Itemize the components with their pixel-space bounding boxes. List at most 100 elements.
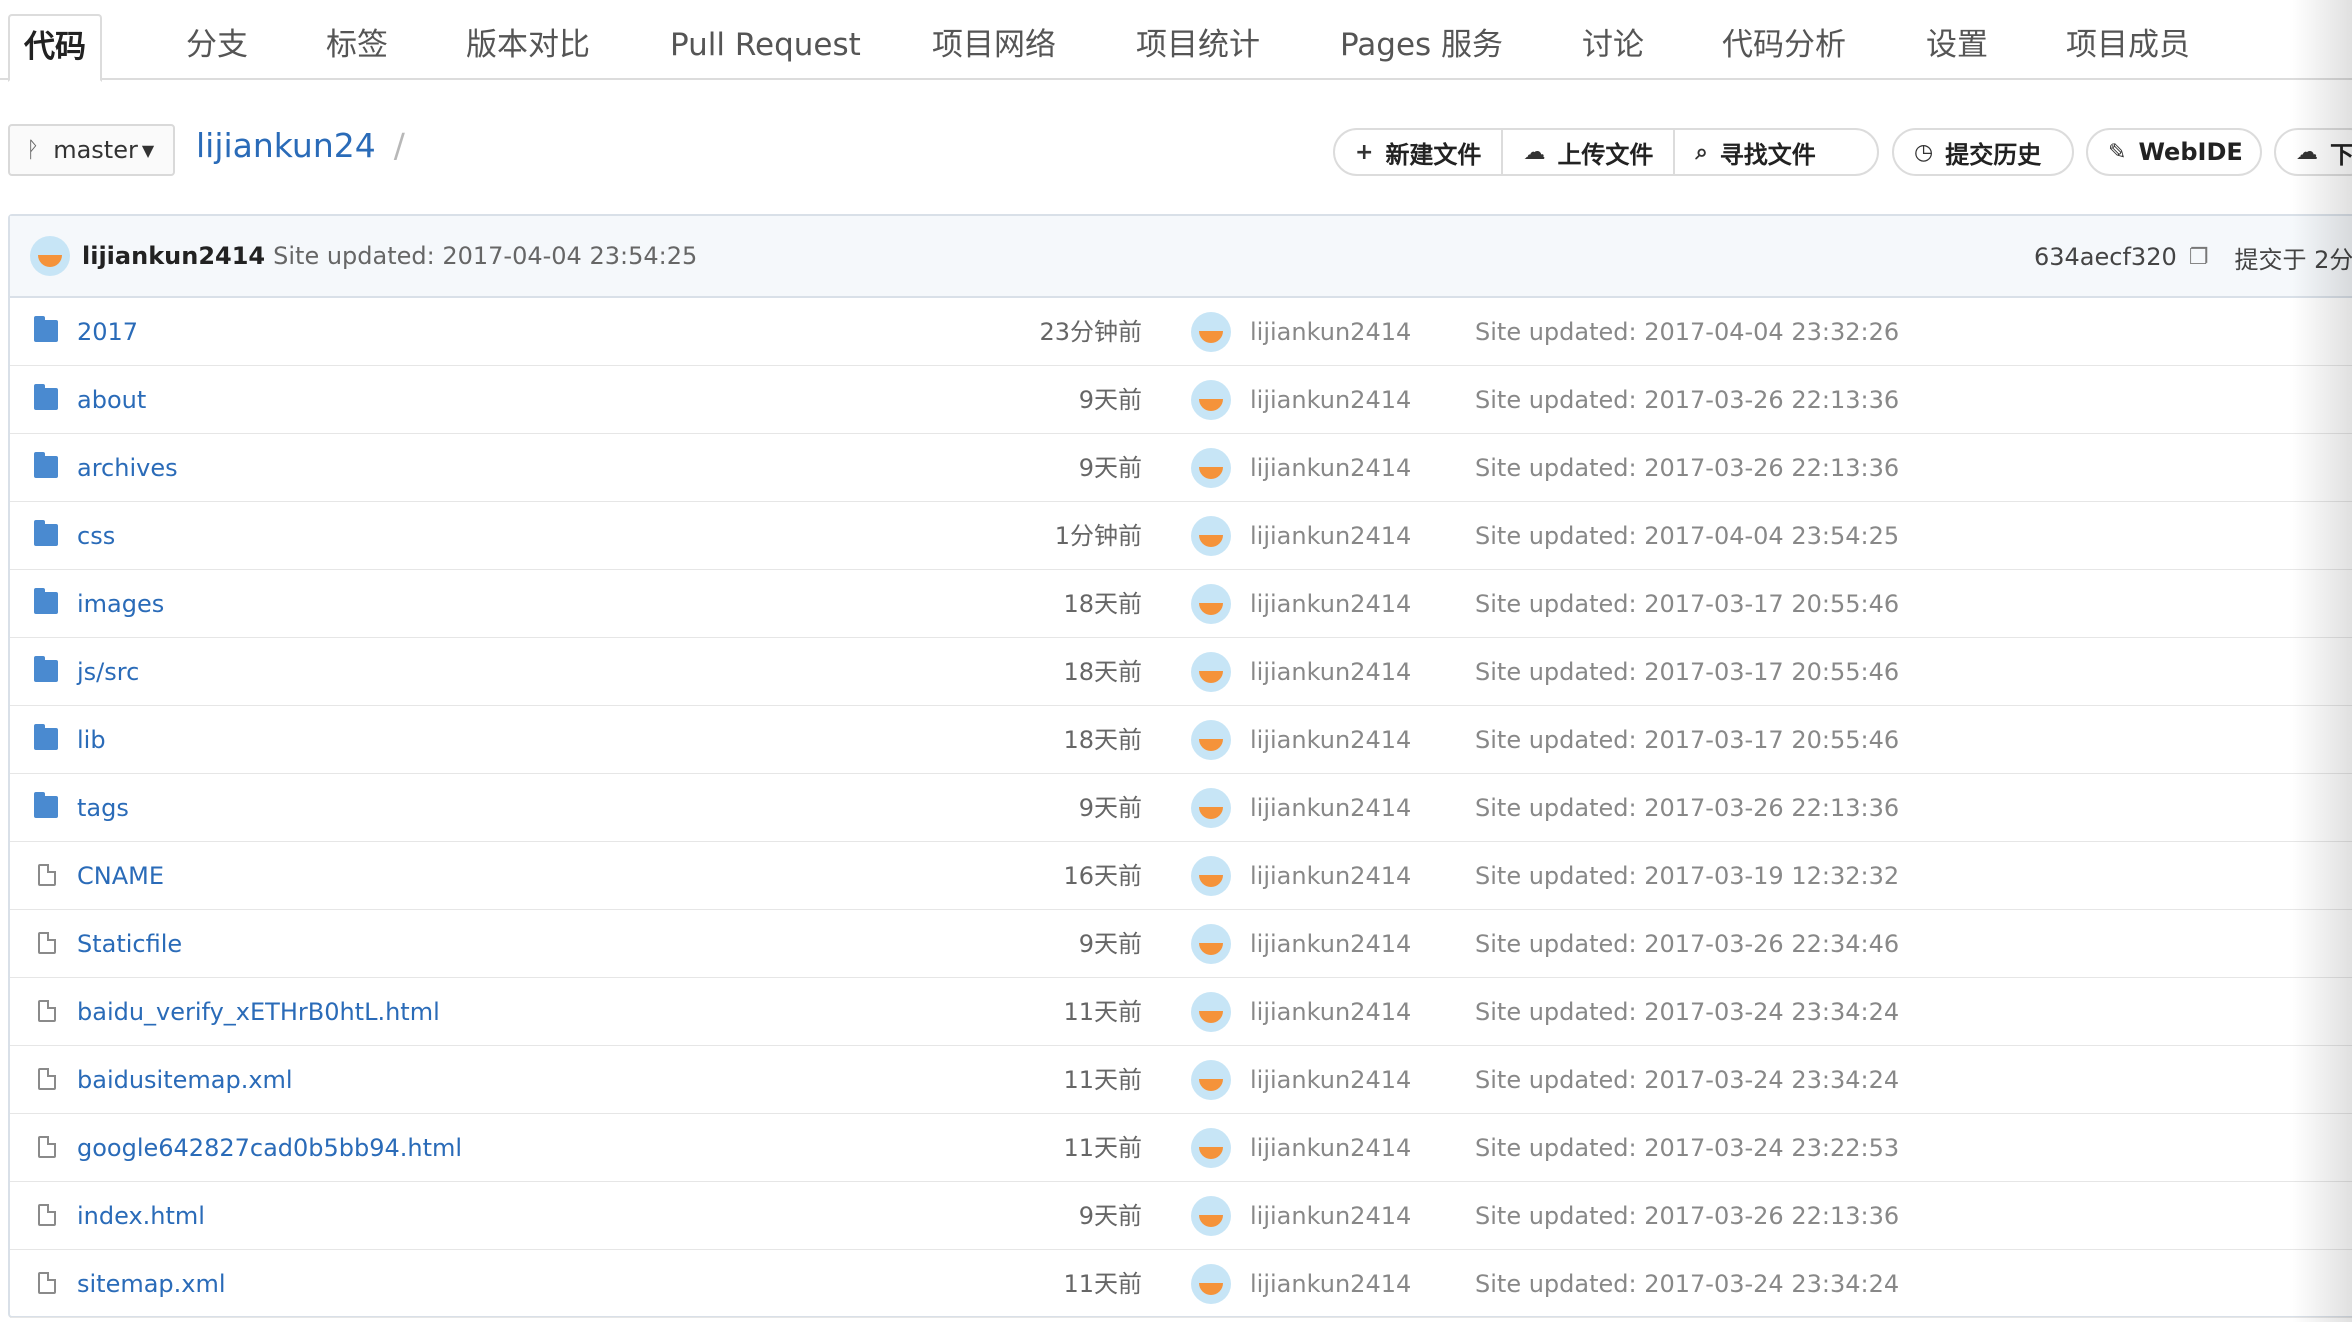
avatar[interactable] bbox=[1191, 448, 1231, 488]
branch-selector[interactable]: ᚹ master ▼ bbox=[8, 124, 175, 176]
file-name-link[interactable]: images bbox=[77, 570, 164, 638]
file-name-link[interactable]: CNAME bbox=[77, 842, 164, 910]
download-button[interactable]: ☁ 下 bbox=[2276, 130, 2352, 174]
file-commit-message[interactable]: Site updated: 2017-03-24 23:34:24 bbox=[1475, 1046, 1899, 1114]
avatar[interactable] bbox=[1191, 788, 1231, 828]
avatar[interactable] bbox=[1191, 312, 1231, 352]
tab-compare[interactable]: 版本对比 bbox=[452, 14, 604, 80]
tab-code-analysis[interactable]: 代码分析 bbox=[1708, 14, 1860, 80]
avatar[interactable] bbox=[1191, 1060, 1231, 1100]
file-commit-message[interactable]: Site updated: 2017-03-26 22:34:46 bbox=[1475, 910, 1899, 978]
file-name-link[interactable]: sitemap.xml bbox=[77, 1250, 226, 1318]
file-name-link[interactable]: js/src bbox=[77, 638, 139, 706]
file-commit-author[interactable]: lijiankun2414 bbox=[1250, 706, 1411, 774]
table-row[interactable]: google642827cad0b5bb94.html 11天前 lijiankun… bbox=[10, 1114, 2352, 1182]
tab-network[interactable]: 项目网络 bbox=[918, 14, 1070, 80]
avatar[interactable] bbox=[1191, 516, 1231, 556]
avatar[interactable] bbox=[30, 236, 70, 276]
table-row[interactable]: about 9天前 lijiankun2414 Site updated: 2017-… bbox=[10, 366, 2352, 434]
tab-discussion[interactable]: 讨论 bbox=[1568, 14, 1658, 80]
table-row[interactable]: baidusitemap.xml 11天前 lijiankun2414 Site up… bbox=[10, 1046, 2352, 1114]
file-commit-author[interactable]: lijiankun2414 bbox=[1250, 502, 1411, 570]
file-commit-message[interactable]: Site updated: 2017-03-24 23:34:24 bbox=[1475, 1250, 1899, 1318]
file-commit-message[interactable]: Site updated: 2017-03-24 23:34:24 bbox=[1475, 978, 1899, 1046]
file-commit-author[interactable]: lijiankun2414 bbox=[1250, 1250, 1411, 1318]
file-commit-message[interactable]: Site updated: 2017-03-26 22:13:36 bbox=[1475, 774, 1899, 842]
table-row[interactable]: images 18天前 lijiankun2414 Site updated: 201… bbox=[10, 570, 2352, 638]
avatar[interactable] bbox=[1191, 380, 1231, 420]
file-commit-author[interactable]: lijiankun2414 bbox=[1250, 910, 1411, 978]
file-commit-author[interactable]: lijiankun2414 bbox=[1250, 366, 1411, 434]
repo-name-link[interactable]: lijiankun24 bbox=[196, 126, 376, 165]
table-row[interactable]: CNAME 16天前 lijiankun2414 Site updated: 2017… bbox=[10, 842, 2352, 910]
tab-pull-request[interactable]: Pull Request bbox=[656, 14, 875, 80]
commit-message[interactable]: Site updated: 2017-04-04 23:54:25 bbox=[273, 242, 697, 270]
table-row[interactable]: Staticfile 9天前 lijiankun2414 Site updated: … bbox=[10, 910, 2352, 978]
tab-members[interactable]: 项目成员 bbox=[2052, 14, 2204, 80]
file-name-link[interactable]: baidusitemap.xml bbox=[77, 1046, 293, 1114]
file-name-link[interactable]: Staticfile bbox=[77, 910, 182, 978]
file-commit-message[interactable]: Site updated: 2017-03-26 22:13:36 bbox=[1475, 366, 1899, 434]
file-name-link[interactable]: archives bbox=[77, 434, 178, 502]
tab-tags[interactable]: 标签 bbox=[312, 14, 402, 80]
file-commit-message[interactable]: Site updated: 2017-03-19 12:32:32 bbox=[1475, 842, 1899, 910]
avatar[interactable] bbox=[1191, 1128, 1231, 1168]
table-row[interactable]: 2017 23分钟前 lijiankun2414 Site updated: 2017… bbox=[10, 298, 2352, 366]
avatar[interactable] bbox=[1191, 652, 1231, 692]
tab-settings[interactable]: 设置 bbox=[1912, 14, 2002, 80]
commit-sha[interactable]: 634aecf320 bbox=[2034, 243, 2177, 271]
file-name-link[interactable]: index.html bbox=[77, 1182, 205, 1250]
tab-branches[interactable]: 分支 bbox=[172, 14, 262, 80]
tab-stats[interactable]: 项目统计 bbox=[1122, 14, 1274, 80]
avatar[interactable] bbox=[1191, 584, 1231, 624]
file-commit-message[interactable]: Site updated: 2017-03-26 22:13:36 bbox=[1475, 1182, 1899, 1250]
upload-file-button[interactable]: ☁ 上传文件 bbox=[1503, 130, 1676, 174]
copy-icon[interactable]: ❐ bbox=[2189, 245, 2209, 270]
file-commit-message[interactable]: Site updated: 2017-03-26 22:13:36 bbox=[1475, 434, 1899, 502]
table-row[interactable]: lib 18天前 lijiankun2414 Site updated: 2017-0… bbox=[10, 706, 2352, 774]
avatar[interactable] bbox=[1191, 1264, 1231, 1304]
commit-history-button[interactable]: ◷ 提交历史 bbox=[1894, 130, 2061, 174]
avatar[interactable] bbox=[1191, 720, 1231, 760]
webide-button[interactable]: ✎ WebIDE bbox=[2088, 130, 2263, 174]
file-commit-message[interactable]: Site updated: 2017-04-04 23:54:25 bbox=[1475, 502, 1899, 570]
avatar[interactable] bbox=[1191, 924, 1231, 964]
file-commit-message[interactable]: Site updated: 2017-03-17 20:55:46 bbox=[1475, 638, 1899, 706]
file-name-link[interactable]: lib bbox=[77, 706, 106, 774]
file-commit-author[interactable]: lijiankun2414 bbox=[1250, 1182, 1411, 1250]
avatar[interactable] bbox=[1191, 992, 1231, 1032]
file-commit-author[interactable]: lijiankun2414 bbox=[1250, 570, 1411, 638]
file-commit-author[interactable]: lijiankun2414 bbox=[1250, 1046, 1411, 1114]
table-row[interactable]: archives 9天前 lijiankun2414 Site updated: 20… bbox=[10, 434, 2352, 502]
file-commit-message[interactable]: Site updated: 2017-03-17 20:55:46 bbox=[1475, 706, 1899, 774]
table-row[interactable]: tags 9天前 lijiankun2414 Site updated: 2017-0… bbox=[10, 774, 2352, 842]
avatar[interactable] bbox=[1191, 856, 1231, 896]
table-row[interactable]: baidu_verify_xETHrB0htL.html 11天前 lijianku… bbox=[10, 978, 2352, 1046]
table-row[interactable]: css 1分钟前 lijiankun2414 Site updated: 2017-0… bbox=[10, 502, 2352, 570]
file-commit-author[interactable]: lijiankun2414 bbox=[1250, 298, 1411, 366]
file-commit-author[interactable]: lijiankun2414 bbox=[1250, 978, 1411, 1046]
file-name-link[interactable]: css bbox=[77, 502, 115, 570]
file-name-link[interactable]: tags bbox=[77, 774, 129, 842]
file-name-link[interactable]: baidu_verify_xETHrB0htL.html bbox=[77, 978, 440, 1046]
tab-code[interactable]: 代码 bbox=[8, 14, 102, 82]
file-commit-message[interactable]: Site updated: 2017-03-24 23:22:53 bbox=[1475, 1114, 1899, 1182]
file-commit-author[interactable]: lijiankun2414 bbox=[1250, 842, 1411, 910]
file-name-link[interactable]: 2017 bbox=[77, 298, 138, 366]
file-commit-message[interactable]: Site updated: 2017-04-04 23:32:26 bbox=[1475, 298, 1899, 366]
file-name-link[interactable]: about bbox=[77, 366, 146, 434]
file-commit-message[interactable]: Site updated: 2017-03-17 20:55:46 bbox=[1475, 570, 1899, 638]
file-commit-author[interactable]: lijiankun2414 bbox=[1250, 638, 1411, 706]
avatar[interactable] bbox=[1191, 1196, 1231, 1236]
table-row[interactable]: index.html 9天前 lijiankun2414 Site updated: … bbox=[10, 1182, 2352, 1250]
find-file-button[interactable]: ⌕ 寻找文件 bbox=[1675, 130, 1835, 174]
file-commit-author[interactable]: lijiankun2414 bbox=[1250, 774, 1411, 842]
commit-author[interactable]: lijiankun2414 bbox=[82, 242, 265, 270]
new-file-button[interactable]: + 新建文件 bbox=[1335, 130, 1504, 174]
tab-pages[interactable]: Pages 服务 bbox=[1326, 14, 1517, 80]
file-commit-author[interactable]: lijiankun2414 bbox=[1250, 1114, 1411, 1182]
table-row[interactable]: js/src 18天前 lijiankun2414 Site updated: 201… bbox=[10, 638, 2352, 706]
file-name-link[interactable]: google642827cad0b5bb94.html bbox=[77, 1114, 462, 1182]
file-commit-author[interactable]: lijiankun2414 bbox=[1250, 434, 1411, 502]
table-row[interactable]: sitemap.xml 11天前 lijiankun2414 Site updated… bbox=[10, 1250, 2352, 1318]
